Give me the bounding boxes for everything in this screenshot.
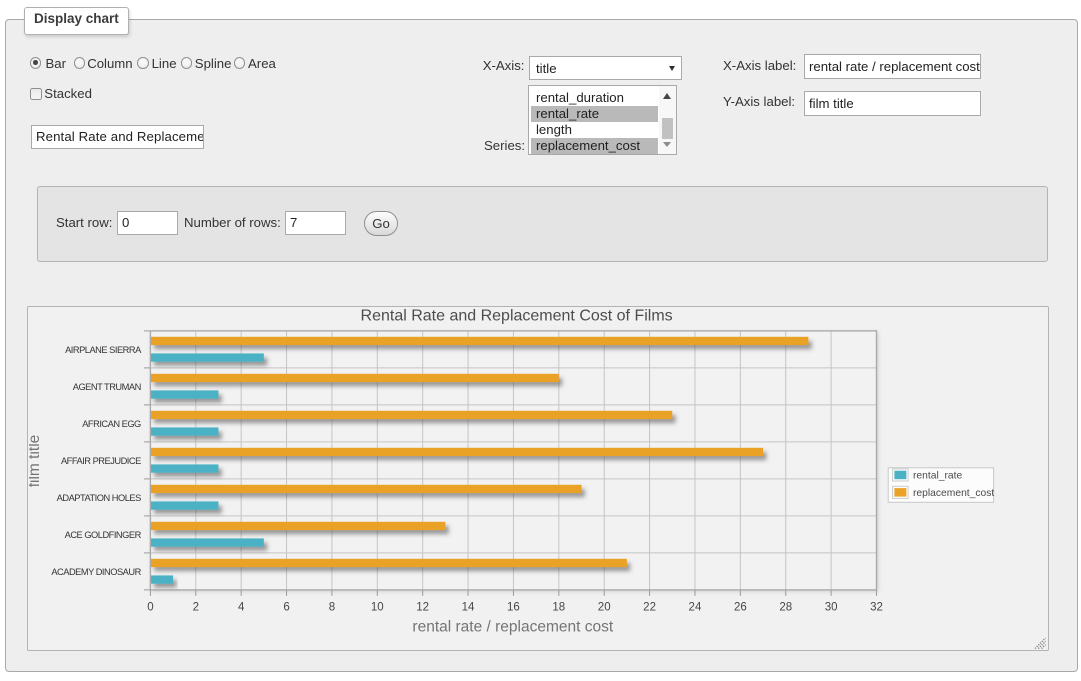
svg-text:Rental Rate and Replacement Co: Rental Rate and Replacement Cost of Film… <box>361 308 673 325</box>
svg-text:12: 12 <box>416 602 429 614</box>
svg-text:AIRPLANE SIERRA: AIRPLANE SIERRA <box>65 345 142 355</box>
svg-text:ACADEMY DINOSAUR: ACADEMY DINOSAUR <box>51 567 141 577</box>
svg-text:8: 8 <box>329 602 335 614</box>
svg-text:10: 10 <box>371 602 384 614</box>
svg-text:26: 26 <box>734 602 747 614</box>
svg-text:14: 14 <box>462 602 475 614</box>
svg-text:film title: film title <box>29 435 43 488</box>
svg-text:22: 22 <box>643 602 656 614</box>
svg-text:rental rate / replacement cost: rental rate / replacement cost <box>412 619 613 636</box>
svg-text:AFFAIR PREJUDICE: AFFAIR PREJUDICE <box>61 456 141 466</box>
svg-text:24: 24 <box>689 602 702 614</box>
svg-text:20: 20 <box>598 602 611 614</box>
svg-text:rental_rate: rental_rate <box>913 471 963 482</box>
svg-text:0: 0 <box>147 602 153 614</box>
svg-text:28: 28 <box>779 602 792 614</box>
svg-text:4: 4 <box>238 602 245 614</box>
svg-text:32: 32 <box>870 602 883 614</box>
svg-text:18: 18 <box>552 602 565 614</box>
svg-text:2: 2 <box>193 602 199 614</box>
svg-text:AGENT TRUMAN: AGENT TRUMAN <box>73 382 141 392</box>
svg-text:AFRICAN EGG: AFRICAN EGG <box>82 419 141 429</box>
svg-text:ACE GOLDFINGER: ACE GOLDFINGER <box>65 530 142 540</box>
svg-text:30: 30 <box>825 602 838 614</box>
svg-text:replacement_cost: replacement_cost <box>913 488 994 499</box>
svg-text:16: 16 <box>507 602 520 614</box>
svg-text:ADAPTATION HOLES: ADAPTATION HOLES <box>57 493 141 503</box>
svg-text:6: 6 <box>283 602 289 614</box>
